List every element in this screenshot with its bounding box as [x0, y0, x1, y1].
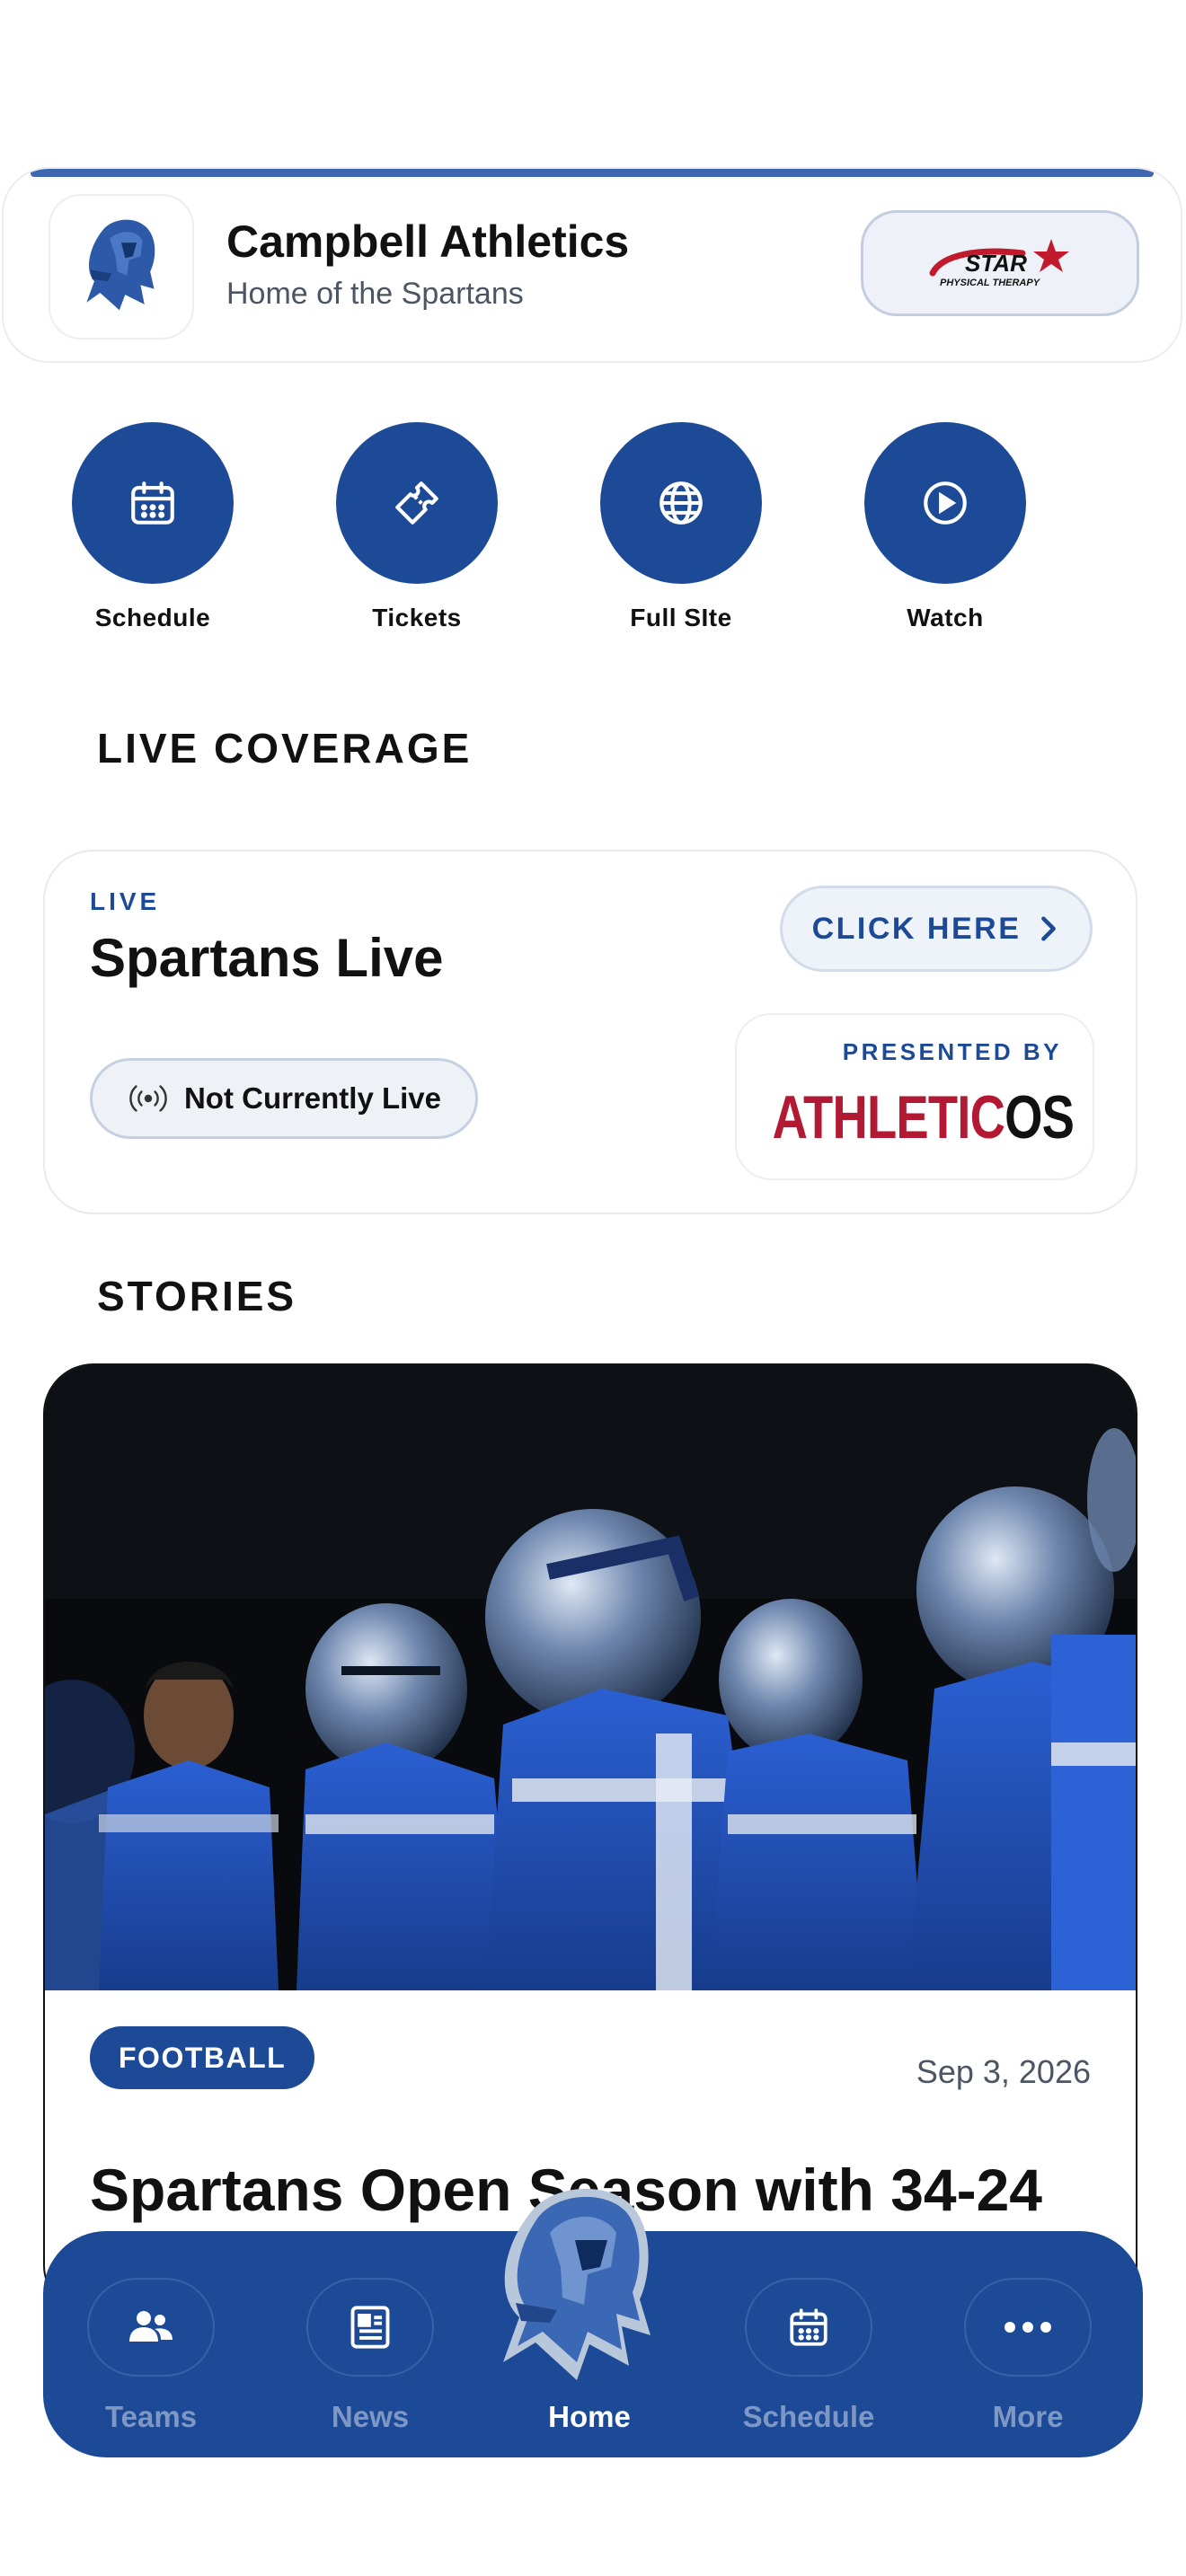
header-card: Campbell Athletics Home of the Spartans … — [2, 167, 1182, 363]
story-category-tag[interactable]: FOOTBALL — [90, 2026, 315, 2089]
quick-action-tickets[interactable]: Tickets — [318, 422, 516, 632]
quick-action-circle[interactable] — [600, 422, 762, 584]
story-date: Sep 3, 2026 — [916, 2053, 1091, 2090]
tab-label: News — [331, 2400, 410, 2433]
quick-action-circle[interactable] — [864, 422, 1026, 584]
presenter-box[interactable]: PRESENTED BY ATHLETICOS — [735, 1013, 1094, 1180]
live-coverage-card: LIVE Spartans Live CLICK HERE Not Curren… — [43, 850, 1137, 1214]
newspaper-icon — [350, 2306, 390, 2349]
quick-action-label: Schedule — [94, 604, 211, 631]
click-here-button[interactable]: CLICK HERE — [780, 886, 1093, 972]
tab-schedule[interactable]: Schedule — [719, 2278, 898, 2434]
tab-news[interactable]: News — [280, 2278, 460, 2434]
quick-action-label: Watch — [907, 604, 984, 631]
people-icon — [129, 2311, 173, 2342]
svg-text:STAR: STAR — [965, 250, 1027, 277]
click-here-label: CLICK HERE — [811, 911, 1022, 946]
tab-icon-wrap[interactable] — [306, 2278, 434, 2377]
tab-label: Teams — [104, 2400, 198, 2433]
tab-more[interactable]: More — [938, 2278, 1118, 2434]
quick-actions: Schedule Tickets Full SIte Watch — [0, 422, 1186, 647]
live-title: Spartans Live — [90, 928, 444, 988]
star-physical-therapy-logo: STAR PHYSICAL THERAPY — [929, 239, 1069, 288]
app-subtitle: Home of the Spartans — [226, 277, 524, 311]
tab-label: More — [992, 2400, 1064, 2433]
chevron-right-icon — [1041, 916, 1057, 941]
quick-action-circle[interactable] — [72, 422, 234, 584]
play-icon — [924, 481, 967, 525]
quick-action-circle[interactable] — [336, 422, 498, 584]
quick-action-schedule[interactable]: Schedule — [54, 422, 252, 632]
spartan-helmet-icon[interactable] — [467, 2177, 683, 2384]
tab-icon-wrap[interactable] — [964, 2278, 1092, 2377]
football-players-photo — [45, 1365, 1136, 1990]
quick-action-watch[interactable]: Watch — [846, 422, 1044, 632]
live-coverage-heading: LIVE COVERAGE — [97, 725, 473, 772]
live-status-badge: Not Currently Live — [90, 1058, 478, 1139]
story-card[interactable]: FOOTBALL Sep 3, 2026 Spartans Open Seaso… — [43, 1363, 1137, 2316]
live-tag: LIVE — [90, 887, 161, 915]
quick-action-label: Tickets — [372, 604, 462, 631]
stories-heading: STORIES — [97, 1273, 297, 1319]
sponsor-badge[interactable]: STAR PHYSICAL THERAPY — [861, 210, 1139, 316]
story-image — [45, 1365, 1136, 1990]
tab-icon-wrap[interactable] — [745, 2278, 872, 2377]
broadcast-icon — [129, 1085, 167, 1112]
app-title: Campbell Athletics — [226, 216, 630, 267]
tab-label: Schedule — [742, 2400, 875, 2433]
live-status-text: Not Currently Live — [183, 1081, 442, 1115]
svg-text:PHYSICAL THERAPY: PHYSICAL THERAPY — [940, 278, 1041, 288]
tab-label: Home — [548, 2400, 631, 2433]
tab-teams[interactable]: Teams — [61, 2278, 241, 2434]
calendar-icon — [131, 481, 174, 525]
ticket-icon — [395, 481, 438, 525]
quick-action-label: Full SIte — [630, 604, 732, 631]
presented-by-label: PRESENTED BY — [842, 1038, 1062, 1065]
more-icon — [1005, 2322, 1051, 2333]
tab-icon-wrap[interactable] — [87, 2278, 215, 2377]
school-logo[interactable] — [49, 194, 194, 340]
globe-icon — [659, 481, 703, 525]
spartan-helmet-icon — [86, 219, 155, 311]
calendar-icon — [790, 2308, 828, 2346]
quick-action-full-site[interactable]: Full SIte — [582, 422, 780, 632]
athleticos-logo: ATHLETICOS — [772, 1083, 1075, 1151]
